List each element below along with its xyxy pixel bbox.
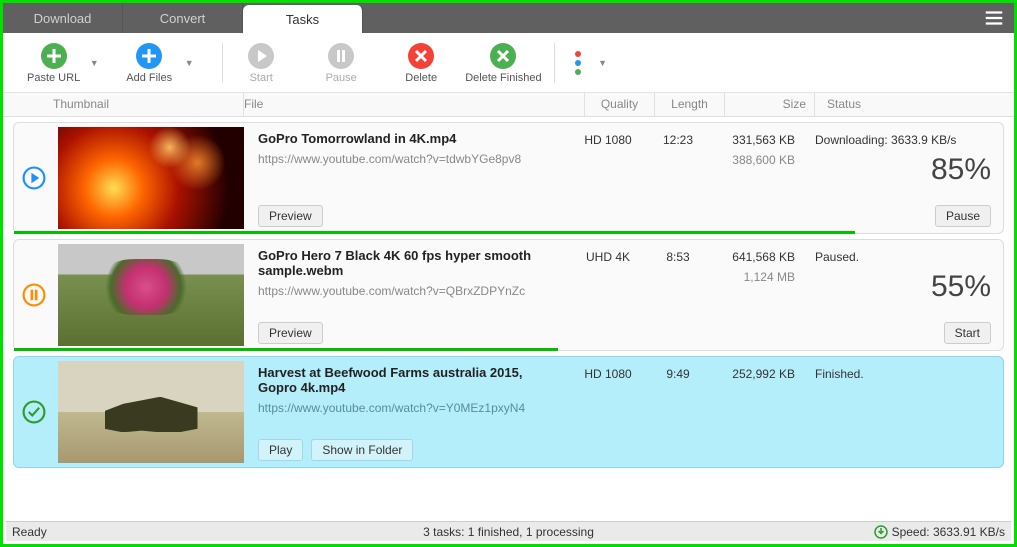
more-options-button[interactable] <box>563 49 593 77</box>
dots-icon <box>575 51 581 75</box>
column-headers: Thumbnail File Quality Length Size Statu… <box>3 93 1014 117</box>
pause-task-button[interactable]: Pause <box>935 205 991 227</box>
task-quality: UHD 4K <box>573 240 643 350</box>
pause-status-icon <box>21 282 47 308</box>
header-length[interactable]: Length <box>654 93 724 116</box>
status-summary: 3 tasks: 1 finished, 1 processing <box>423 525 594 539</box>
pause-icon <box>327 42 355 70</box>
tab-tasks[interactable]: Tasks <box>243 5 363 33</box>
play-icon <box>247 42 275 70</box>
thumbnail[interactable] <box>58 361 244 463</box>
show-in-folder-button[interactable]: Show in Folder <box>311 439 413 461</box>
preview-button[interactable]: Preview <box>258 322 323 344</box>
header-quality[interactable]: Quality <box>584 93 654 116</box>
task-percent: 85% <box>815 153 991 187</box>
separator <box>222 43 223 83</box>
task-status: Downloading: 3633.9 KB/s 85% Pause <box>803 123 1003 233</box>
toolbar: Paste URL ▼ Add Files ▼ Start Pause Dele… <box>3 33 1014 93</box>
thumbnail[interactable] <box>58 244 244 346</box>
task-quality: HD 1080 <box>573 357 643 467</box>
close-icon <box>489 42 517 70</box>
task-url: https://www.youtube.com/watch?v=QBrxZDPY… <box>258 284 563 298</box>
task-length: 9:49 <box>643 357 713 467</box>
add-files-dropdown[interactable]: ▼ <box>179 58 199 68</box>
thumbnail[interactable] <box>58 127 244 229</box>
status-ready: Ready <box>12 525 47 539</box>
plus-icon <box>40 42 68 70</box>
download-speed-icon <box>874 525 888 539</box>
header-file[interactable]: File <box>243 93 584 116</box>
status-bar: Ready 3 tasks: 1 finished, 1 processing … <box>6 521 1011 541</box>
header-size[interactable]: Size <box>724 93 814 116</box>
header-status[interactable]: Status <box>814 93 1014 116</box>
task-size: 331,563 KB 388,600 KB <box>713 123 803 233</box>
task-percent: 55% <box>815 270 991 304</box>
start-task-button[interactable]: Start <box>944 322 991 344</box>
top-tab-bar: Download Convert Tasks <box>3 3 1014 33</box>
pause-button[interactable]: Pause <box>311 40 371 86</box>
task-quality: HD 1080 <box>573 123 643 233</box>
task-url: https://www.youtube.com/watch?v=Y0MEz1px… <box>258 401 563 415</box>
task-length: 12:23 <box>643 123 713 233</box>
delete-button[interactable]: Delete <box>391 40 451 86</box>
progress-bar <box>14 348 1003 351</box>
menu-icon[interactable] <box>974 3 1014 33</box>
check-status-icon <box>21 399 47 425</box>
delete-finished-button[interactable]: Delete Finished <box>461 40 545 86</box>
add-files-button[interactable]: Add Files <box>119 40 179 86</box>
task-row[interactable]: GoPro Hero 7 Black 4K 60 fps hyper smoot… <box>13 239 1004 351</box>
task-size: 641,568 KB 1,124 MB <box>713 240 803 350</box>
tab-convert[interactable]: Convert <box>123 3 243 33</box>
separator <box>554 43 555 83</box>
tab-download[interactable]: Download <box>3 3 123 33</box>
task-title: GoPro Tomorrowland in 4K.mp4 <box>258 131 563 146</box>
plus-icon <box>135 42 163 70</box>
start-button[interactable]: Start <box>231 40 291 86</box>
more-options-dropdown[interactable]: ▼ <box>593 58 613 68</box>
close-icon <box>407 42 435 70</box>
task-status: Finished. <box>803 357 1003 467</box>
task-row[interactable]: Harvest at Beefwood Farms australia 2015… <box>13 356 1004 468</box>
header-thumbnail[interactable]: Thumbnail <box>3 93 243 116</box>
preview-button[interactable]: Preview <box>258 205 323 227</box>
paste-url-button[interactable]: Paste URL <box>23 40 84 86</box>
task-length: 8:53 <box>643 240 713 350</box>
task-size: 252,992 KB <box>713 357 803 467</box>
task-url: https://www.youtube.com/watch?v=tdwbYGe8… <box>258 152 563 166</box>
paste-url-dropdown[interactable]: ▼ <box>84 58 104 68</box>
task-status: Paused. 55% Start <box>803 240 1003 350</box>
status-speed: Speed: 3633.91 KB/s <box>892 525 1005 539</box>
task-title: Harvest at Beefwood Farms australia 2015… <box>258 365 563 395</box>
play-button[interactable]: Play <box>258 439 303 461</box>
task-title: GoPro Hero 7 Black 4K 60 fps hyper smoot… <box>258 248 563 278</box>
progress-bar <box>14 231 1003 234</box>
task-list: GoPro Tomorrowland in 4K.mp4 https://www… <box>3 117 1014 522</box>
task-row[interactable]: GoPro Tomorrowland in 4K.mp4 https://www… <box>13 122 1004 234</box>
play-status-icon <box>21 165 47 191</box>
